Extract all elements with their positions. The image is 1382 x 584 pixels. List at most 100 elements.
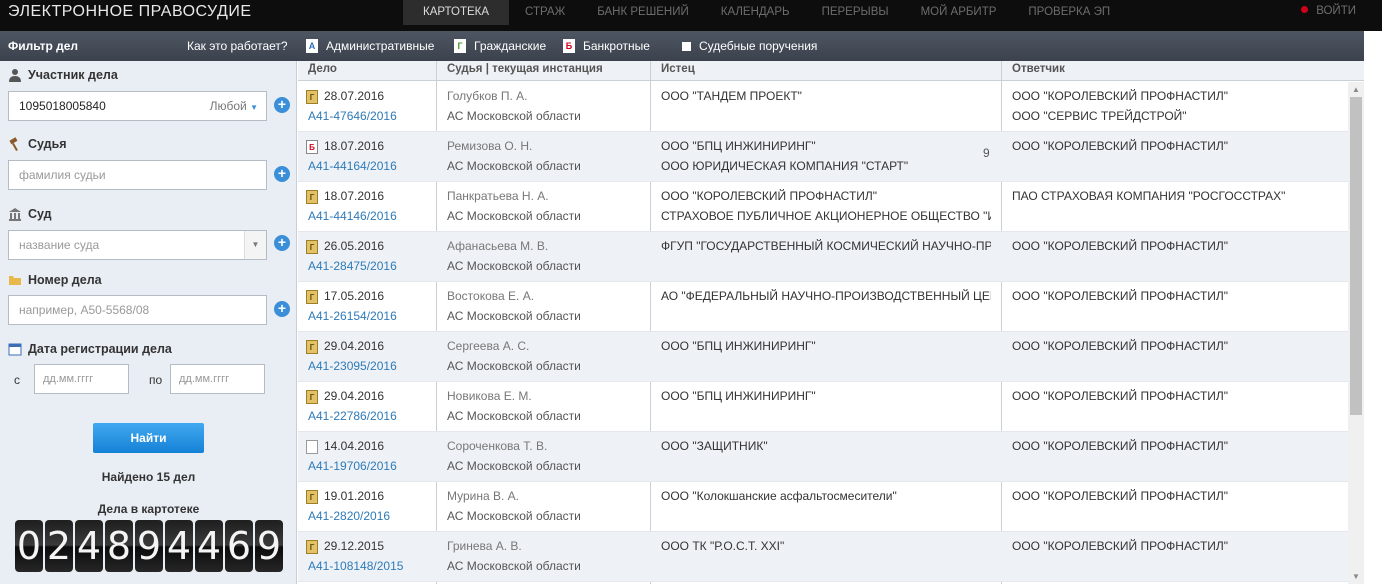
add-court-button[interactable]: + bbox=[274, 235, 290, 251]
case-type-filter-2[interactable]: Б Банкротные bbox=[563, 39, 650, 53]
case-number-link[interactable]: А41-28475/2016 bbox=[308, 256, 397, 276]
table-row[interactable]: Б 18.07.2016 А41-44164/2016 Ремизова О. Н. А… bbox=[298, 132, 1348, 182]
court-name: АС Московской области bbox=[447, 109, 581, 123]
case-type-icon: Г bbox=[306, 240, 318, 254]
more-count[interactable]: 9 bbox=[983, 146, 990, 160]
app-title: ЭЛЕКТРОННОЕ ПРАВОСУДИЕ bbox=[8, 3, 252, 20]
defendant: ООО "КОРОЛЕВСКИЙ ПРОФНАСТИЛ" bbox=[1012, 289, 1229, 303]
cases-table: Дело Судья | текущая инстанция Истец Отв… bbox=[298, 61, 1364, 584]
nav-item-4[interactable]: ПЕРЕРЫВЫ bbox=[806, 0, 905, 25]
plaintiff: ООО "БПЦ ИНЖИНИРИНГ" bbox=[661, 389, 816, 403]
case-type-label: Судебные поручения bbox=[699, 39, 818, 53]
defendant: ООО "КОРОЛЕВСКИЙ ПРОФНАСТИЛ" bbox=[1012, 539, 1229, 553]
login-link[interactable]: ВОЙТИ bbox=[1301, 5, 1356, 17]
how-it-works-link[interactable]: Как это работает? bbox=[187, 39, 288, 53]
case-number-link[interactable]: А41-2820/2016 bbox=[308, 506, 390, 526]
scrollbar-thumb[interactable] bbox=[1350, 97, 1362, 415]
page-margin bbox=[1364, 31, 1382, 584]
court-select[interactable]: название суда ▼ bbox=[8, 230, 267, 260]
nav-item-2[interactable]: БАНК РЕШЕНИЙ bbox=[581, 0, 705, 25]
case-type-icon: Г bbox=[306, 90, 318, 104]
nav-item-1[interactable]: СТРАЖ bbox=[509, 0, 581, 25]
defendant: ООО "КОРОЛЕВСКИЙ ПРОФНАСТИЛ" bbox=[1012, 139, 1229, 153]
judge-name: Сороченкова Т. В. bbox=[447, 439, 548, 453]
case-type-filter-3[interactable]: Судебные поручения bbox=[680, 39, 817, 53]
find-button[interactable]: Найти bbox=[93, 423, 204, 453]
case-type-label: Административные bbox=[326, 39, 435, 53]
table-header: Дело Судья | текущая инстанция Истец Отв… bbox=[298, 61, 1364, 81]
date-to-label: по bbox=[149, 373, 163, 387]
judge-input[interactable]: фамилия судьи bbox=[8, 160, 267, 190]
table-row[interactable]: Г 29.04.2016 А41-22786/2016 Новикова Е. М. А… bbox=[298, 382, 1348, 432]
plaintiff: ООО ТК "Р.О.С.Т. XXI" bbox=[661, 539, 785, 553]
table-row[interactable]: Г 26.05.2016 А41-28475/2016 Афанасьева М. В… bbox=[298, 232, 1348, 282]
table-row[interactable]: Г 28.07.2016 А41-47646/2016 Голубков П. А. А… bbox=[298, 82, 1348, 132]
date-to-input[interactable]: дд.мм.гггг bbox=[170, 364, 265, 394]
folder-icon bbox=[9, 276, 21, 285]
case-number-link[interactable]: А41-23095/2016 bbox=[308, 356, 397, 376]
case-number-link[interactable]: А41-22786/2016 bbox=[308, 406, 397, 426]
table-row[interactable]: Г 17.05.2016 А41-26154/2016 Востокова Е. А.… bbox=[298, 282, 1348, 332]
court-name: АС Московской области bbox=[447, 509, 581, 523]
table-row[interactable]: Г 18.07.2016 А41-44146/2016 Панкратьева Н. … bbox=[298, 182, 1348, 232]
nav-item-3[interactable]: КАЛЕНДАРЬ bbox=[705, 0, 806, 25]
case-number-input[interactable]: например, А50-5568/08 bbox=[8, 295, 267, 325]
defendant: ООО "КОРОЛЕВСКИЙ ПРОФНАСТИЛ" bbox=[1012, 89, 1229, 103]
case-type-icon: Г bbox=[306, 290, 318, 304]
case-number-link[interactable]: А41-26154/2016 bbox=[308, 306, 397, 326]
court-name: АС Московской области bbox=[447, 259, 581, 273]
scroll-up-icon[interactable]: ▲ bbox=[1351, 85, 1361, 94]
case-type-filter-0[interactable]: А Административные bbox=[306, 39, 434, 53]
judge-name: Востокова Е. А. bbox=[447, 289, 535, 303]
judge-name: Гринева А. В. bbox=[447, 539, 522, 553]
gavel-icon bbox=[9, 137, 18, 151]
plaintiff: СТРАХОВОЕ ПУБЛИЧНОЕ АКЦИОНЕРНОЕ ОБЩЕСТВО… bbox=[661, 209, 991, 223]
counter-digit: 6 bbox=[225, 520, 253, 572]
defendant: ООО "КОРОЛЕВСКИЙ ПРОФНАСТИЛ" bbox=[1012, 489, 1229, 503]
nav-item-0[interactable]: КАРТОТЕКА bbox=[403, 0, 510, 25]
scroll-down-icon[interactable]: ▼ bbox=[1351, 572, 1361, 581]
case-date: 14.04.2016 bbox=[324, 439, 385, 453]
case-date: 28.07.2016 bbox=[324, 89, 385, 103]
table-row[interactable]: Г 29.12.2015 А41-108148/2015 Гринева А. В. А… bbox=[298, 532, 1348, 582]
column-judge[interactable]: Судья | текущая инстанция bbox=[447, 63, 603, 75]
defendant: ООО "КОРОЛЕВСКИЙ ПРОФНАСТИЛ" bbox=[1012, 239, 1229, 253]
case-number-link[interactable]: А41-19706/2016 bbox=[308, 456, 397, 476]
case-number-link[interactable]: А41-47646/2016 bbox=[308, 106, 397, 126]
counter-digit: 9 bbox=[255, 520, 283, 572]
column-plaintiff[interactable]: Истец bbox=[661, 63, 695, 75]
court-name: АС Московской области bbox=[447, 209, 581, 223]
participant-label: Участник дела bbox=[8, 68, 118, 82]
table-row[interactable]: 14.04.2016 А41-19706/2016 Сороченкова Т. В… bbox=[298, 432, 1348, 482]
case-type-filter-1[interactable]: Г Гражданские bbox=[454, 39, 546, 53]
counter-digit: 4 bbox=[195, 520, 223, 572]
nav-item-5[interactable]: МОЙ АРБИТР bbox=[905, 0, 1013, 25]
case-number-link[interactable]: А41-44146/2016 bbox=[308, 206, 397, 226]
date-from-input[interactable]: дд.мм.гггг bbox=[34, 364, 129, 394]
column-case[interactable]: Дело bbox=[308, 63, 337, 75]
defendant: ПАО СТРАХОВАЯ КОМПАНИЯ "РОСГОССТРАХ" bbox=[1012, 189, 1286, 203]
defendant: ООО "КОРОЛЕВСКИЙ ПРОФНАСТИЛ" bbox=[1012, 339, 1229, 353]
table-row[interactable]: Г 19.01.2016 А41-2820/2016 Мурина В. А. АС М… bbox=[298, 482, 1348, 532]
add-case-number-button[interactable]: + bbox=[274, 301, 290, 317]
participant-mode-select[interactable]: Любой ▼ bbox=[210, 92, 258, 122]
cases-in-file-label: Дела в картотеке bbox=[97, 502, 200, 516]
case-type-icon: Б bbox=[563, 39, 575, 53]
column-defendant[interactable]: Ответчик bbox=[1012, 63, 1065, 75]
court-name: АС Московской области bbox=[447, 159, 581, 173]
case-number-link[interactable]: А41-108148/2015 bbox=[308, 556, 403, 576]
table-row[interactable]: Г 29.04.2016 А41-23095/2016 Сергеева А. С. А… bbox=[298, 332, 1348, 382]
judge-name: Сергеева А. С. bbox=[447, 339, 530, 353]
add-judge-button[interactable]: + bbox=[274, 166, 290, 182]
case-number-link[interactable]: А41-44164/2016 bbox=[308, 156, 397, 176]
case-date: 29.12.2015 bbox=[324, 539, 385, 553]
plaintiff: ООО ЮРИДИЧЕСКАЯ КОМПАНИЯ "СТАРТ" bbox=[661, 159, 909, 173]
calendar-icon bbox=[8, 343, 22, 356]
case-date: 18.07.2016 bbox=[324, 139, 385, 153]
plaintiff: ООО "КОРОЛЕВСКИЙ ПРОФНАСТИЛ" bbox=[661, 189, 878, 203]
add-participant-button[interactable]: + bbox=[274, 97, 290, 113]
dropdown-arrow-icon[interactable]: ▼ bbox=[244, 231, 266, 259]
plaintiff: ФГУП "ГОСУДАРСТВЕННЫЙ КОСМИЧЕСКИЙ НАУЧНО… bbox=[661, 239, 991, 253]
nav-item-6[interactable]: ПРОВЕРКА ЭП bbox=[1012, 0, 1126, 25]
participant-input[interactable]: 1095018005840 Любой ▼ bbox=[8, 91, 267, 121]
